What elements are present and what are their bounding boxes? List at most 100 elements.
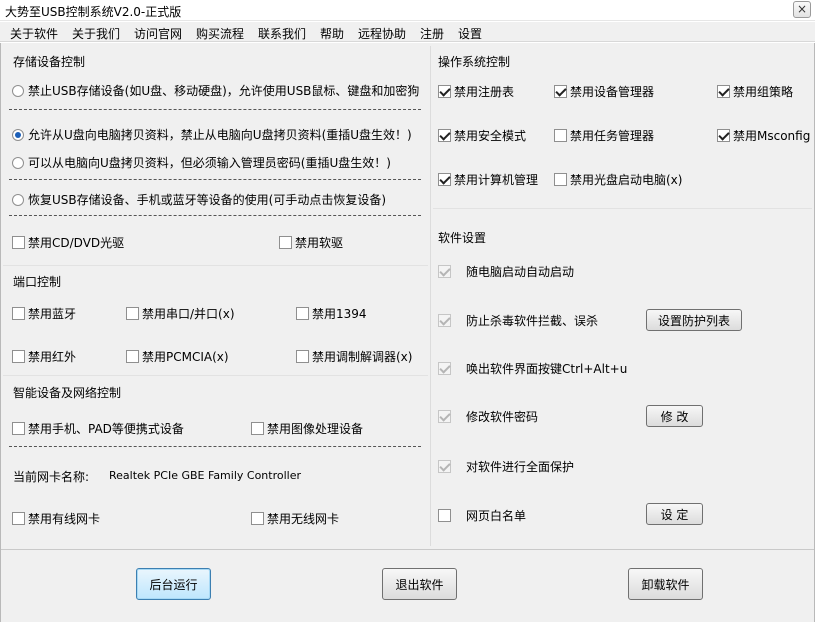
menu-remote-assist[interactable]: 远程协助: [358, 25, 406, 42]
radio-label: 可以从电脑向U盘拷贝资料，但必须输入管理员密码(重插U盘生效！): [28, 156, 391, 170]
checkbox-label: 禁用无线网卡: [267, 512, 340, 526]
menu-register[interactable]: 注册: [420, 25, 444, 42]
change-password-checkbox[interactable]: 修改软件密码: [438, 408, 538, 425]
checkbox[interactable]: [438, 265, 451, 278]
checkbox-label: 禁用图像处理设备: [267, 422, 364, 436]
exit-button[interactable]: 退出软件: [382, 568, 457, 600]
disable-wired-nic-checkbox[interactable]: 禁用有线网卡: [12, 510, 100, 527]
full-protection-checkbox[interactable]: 对软件进行全面保护: [438, 458, 574, 475]
checkbox[interactable]: [12, 236, 25, 249]
menu-help[interactable]: 帮助: [320, 25, 344, 42]
disable-cd-checkbox[interactable]: 禁用CD/DVD光驱: [12, 234, 124, 251]
checkbox[interactable]: [554, 129, 567, 142]
checkbox-label: 对软件进行全面保护: [466, 460, 575, 474]
radio-indicator[interactable]: [12, 193, 24, 206]
protect-list-button[interactable]: 设置防护列表: [646, 309, 742, 331]
checkbox-label: 随电脑启动自动启动: [466, 265, 575, 279]
checkbox-label: 修改软件密码: [466, 410, 539, 424]
disable-computer-management-checkbox[interactable]: 禁用计算机管理: [438, 171, 538, 188]
checkbox[interactable]: [12, 512, 25, 525]
disable-pcmcia-checkbox[interactable]: 禁用PCMCIA(x): [126, 348, 229, 365]
disable-floppy-checkbox[interactable]: 禁用软驱: [279, 234, 343, 251]
background-run-button[interactable]: 后台运行: [136, 568, 211, 600]
storage-radio-block-usb[interactable]: 禁止USB存储设备(如U盘、移动硬盘)，允许使用USB鼠标、键盘和加密狗: [12, 82, 419, 99]
storage-radio-readonly[interactable]: 允许从U盘向电脑拷贝资料，禁止从电脑向U盘拷贝资料(重插U盘生效！): [12, 126, 412, 143]
storage-radio-password[interactable]: 可以从电脑向U盘拷贝资料，但必须输入管理员密码(重插U盘生效！): [12, 154, 391, 171]
os-section-title: 操作系统控制: [438, 55, 511, 69]
nic-name-label: 当前网卡名称:: [13, 470, 90, 484]
dashed-divider: [9, 109, 421, 110]
whitelist-set-button[interactable]: 设 定: [646, 503, 703, 525]
menu-contact[interactable]: 联系我们: [258, 25, 306, 42]
disable-modem-checkbox[interactable]: 禁用调制解调器(x): [296, 348, 412, 365]
storage-radio-restore[interactable]: 恢复USB存储设备、手机或蓝牙等设备的使用(可手动点击恢复设备): [12, 191, 386, 208]
checkbox-label: 禁用红外: [28, 350, 77, 364]
checkbox[interactable]: [296, 350, 309, 363]
checkbox-label: 禁用组策略: [733, 85, 794, 99]
checkbox[interactable]: [438, 410, 451, 423]
dashed-divider: [9, 446, 421, 447]
disable-group-policy-checkbox[interactable]: 禁用组策略: [717, 83, 793, 100]
disable-1394-checkbox[interactable]: 禁用1394: [296, 305, 367, 322]
menu-purchase[interactable]: 购买流程: [196, 25, 244, 42]
radio-indicator[interactable]: [12, 84, 24, 97]
checkbox[interactable]: [438, 129, 451, 142]
checkbox[interactable]: [12, 350, 25, 363]
uninstall-button[interactable]: 卸载软件: [628, 568, 703, 600]
disable-wireless-nic-checkbox[interactable]: 禁用无线网卡: [251, 510, 339, 527]
disable-task-manager-checkbox[interactable]: 禁用任务管理器: [554, 127, 654, 144]
checkbox[interactable]: [717, 129, 730, 142]
checkbox-label: 禁用Msconfig: [733, 129, 811, 143]
web-whitelist-checkbox[interactable]: 网页白名单: [438, 507, 526, 524]
checkbox[interactable]: [554, 173, 567, 186]
checkbox[interactable]: [438, 85, 451, 98]
checkbox[interactable]: [251, 422, 264, 435]
disable-infrared-checkbox[interactable]: 禁用红外: [12, 348, 76, 365]
checkbox[interactable]: [296, 307, 309, 320]
radio-indicator[interactable]: [12, 128, 24, 141]
checkbox[interactable]: [279, 236, 292, 249]
anti-antivirus-checkbox[interactable]: 防止杀毒软件拦截、误杀: [438, 312, 598, 329]
checkbox-label: 禁用任务管理器: [570, 129, 655, 143]
checkbox[interactable]: [251, 512, 264, 525]
checkbox[interactable]: [438, 173, 451, 186]
hotkey-checkbox[interactable]: 唤出软件界面按键Ctrl+Alt+u: [438, 360, 627, 377]
column-divider: [430, 46, 431, 546]
checkbox[interactable]: [438, 362, 451, 375]
checkbox[interactable]: [554, 85, 567, 98]
checkbox-label: 禁用CD/DVD光驱: [28, 236, 125, 250]
modify-password-button[interactable]: 修 改: [646, 405, 703, 427]
menu-settings[interactable]: 设置: [458, 25, 482, 42]
disable-serial-parallel-checkbox[interactable]: 禁用串口/并口(x): [126, 305, 235, 322]
menu-about-software[interactable]: 关于软件: [10, 25, 58, 42]
disable-imaging-checkbox[interactable]: 禁用图像处理设备: [251, 420, 363, 437]
disable-safe-mode-checkbox[interactable]: 禁用安全模式: [438, 127, 526, 144]
checkbox[interactable]: [438, 460, 451, 473]
disable-phone-checkbox[interactable]: 禁用手机、PAD等便携式设备: [12, 420, 184, 437]
checkbox-label: 禁用光盘启动电脑(x): [570, 173, 683, 187]
disable-registry-checkbox[interactable]: 禁用注册表: [438, 83, 514, 100]
checkbox[interactable]: [12, 422, 25, 435]
checkbox[interactable]: [438, 509, 451, 522]
menu-official-site[interactable]: 访问官网: [134, 25, 182, 42]
disable-bluetooth-checkbox[interactable]: 禁用蓝牙: [12, 305, 76, 322]
checkbox-label: 禁用手机、PAD等便携式设备: [28, 422, 184, 436]
software-section-title: 软件设置: [438, 231, 487, 245]
disable-device-manager-checkbox[interactable]: 禁用设备管理器: [554, 83, 654, 100]
disable-cd-boot-checkbox[interactable]: 禁用光盘启动电脑(x): [554, 171, 682, 188]
checkbox[interactable]: [126, 350, 139, 363]
auto-start-checkbox[interactable]: 随电脑启动自动启动: [438, 263, 574, 280]
checkbox-label: 唤出软件界面按键Ctrl+Alt+u: [466, 362, 628, 376]
disable-msconfig-checkbox[interactable]: 禁用Msconfig: [717, 127, 810, 144]
dashed-divider: [9, 179, 421, 180]
checkbox[interactable]: [717, 85, 730, 98]
checkbox[interactable]: [126, 307, 139, 320]
checkbox[interactable]: [438, 314, 451, 327]
radio-indicator[interactable]: [12, 156, 24, 169]
close-button[interactable]: ×: [793, 1, 811, 18]
checkbox-label: 禁用调制解调器(x): [312, 350, 413, 364]
checkbox-label: 禁用软驱: [295, 236, 344, 250]
menu-about-us[interactable]: 关于我们: [72, 25, 120, 42]
nic-name-value: Realtek PCIe GBE Family Controller: [109, 469, 302, 482]
checkbox[interactable]: [12, 307, 25, 320]
